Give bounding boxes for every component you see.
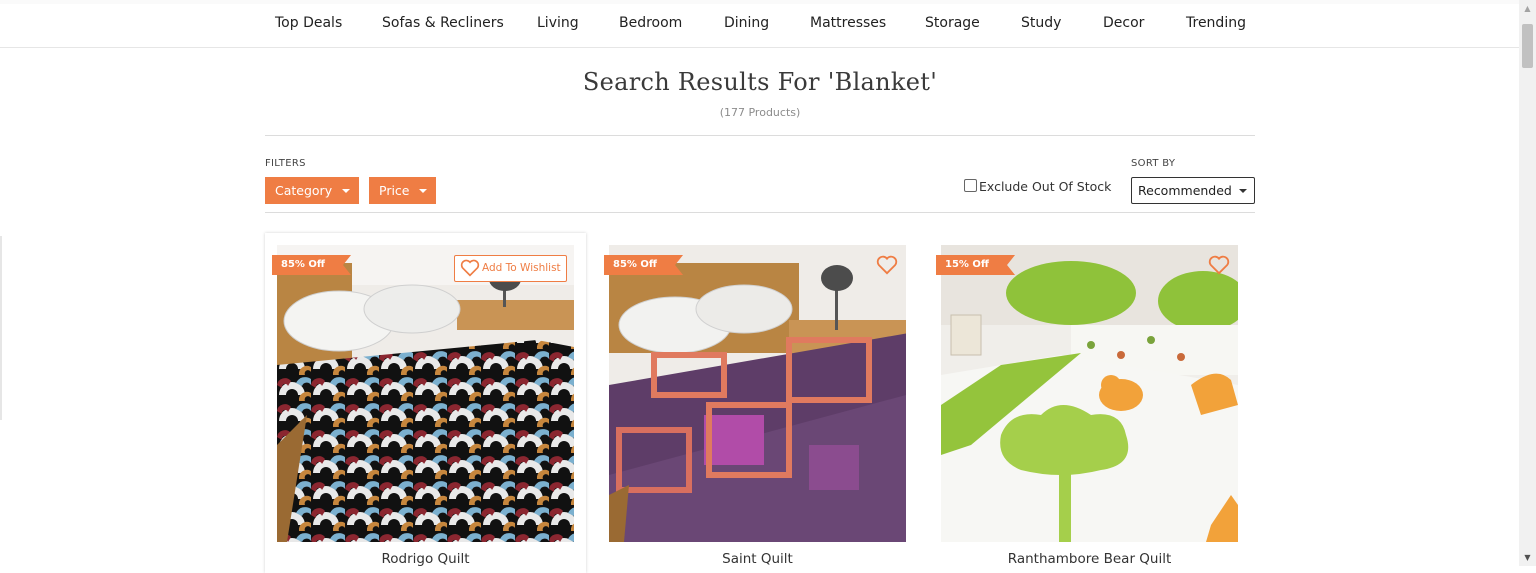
side-tab-edge	[0, 236, 2, 420]
product-card[interactable]: 15% Off Ranthambore Bear Quilt	[929, 233, 1250, 573]
page-title: Search Results For 'Blanket'	[582, 68, 938, 96]
product-count: (177 Products)	[719, 106, 801, 119]
product-name[interactable]: Ranthambore Bear Quilt	[929, 551, 1250, 567]
exclude-out-of-stock-toggle[interactable]: Exclude Out Of Stock	[964, 179, 1111, 194]
sort-selected-value: Recommended	[1138, 183, 1232, 198]
nav-item-storage[interactable]: Storage	[925, 15, 980, 31]
category-filter-button[interactable]: Category	[265, 177, 359, 204]
nav-item-sofas-recliners[interactable]: Sofas & Recliners	[382, 15, 504, 31]
price-filter-button[interactable]: Price	[369, 177, 436, 204]
heart-icon[interactable]	[876, 255, 898, 275]
nav-top-strip	[0, 0, 1519, 4]
caret-down-icon	[342, 189, 350, 193]
top-nav: Top Deals Sofas & Recliners Living Bedro…	[0, 0, 1519, 48]
sort-by-select[interactable]: Recommended	[1131, 177, 1255, 204]
nav-item-top-deals[interactable]: Top Deals	[275, 15, 342, 31]
heart-icon	[460, 259, 480, 277]
product-name[interactable]: Saint Quilt	[597, 551, 918, 567]
product-image[interactable]	[941, 245, 1238, 542]
product-image[interactable]	[277, 245, 574, 542]
caret-down-icon	[1239, 189, 1247, 193]
exclude-out-of-stock-label: Exclude Out Of Stock	[979, 179, 1112, 194]
category-filter-label: Category	[275, 183, 333, 198]
nav-item-study[interactable]: Study	[1021, 15, 1061, 31]
nav-item-living[interactable]: Living	[537, 15, 579, 31]
discount-badge: 85% Off	[272, 255, 351, 275]
nav-item-dining[interactable]: Dining	[724, 15, 769, 31]
divider	[265, 135, 1255, 136]
nav-item-trending[interactable]: Trending	[1186, 15, 1246, 31]
nav-item-bedroom[interactable]: Bedroom	[619, 15, 682, 31]
exclude-out-of-stock-checkbox[interactable]	[964, 179, 977, 192]
scroll-down-arrow-icon[interactable]: ▼	[1519, 549, 1536, 566]
add-to-wishlist-label: Add To Wishlist	[482, 262, 561, 274]
heart-icon[interactable]	[1208, 255, 1230, 275]
caret-down-icon	[419, 189, 427, 193]
price-filter-label: Price	[379, 183, 410, 198]
discount-badge: 85% Off	[604, 255, 683, 275]
sort-by-label: SORT BY	[1131, 158, 1176, 169]
filters-label: FILTERS	[265, 158, 306, 169]
product-name[interactable]: Rodrigo Quilt	[265, 551, 586, 567]
scroll-thumb[interactable]	[1522, 24, 1533, 68]
page-scrollbar[interactable]: ▲ ▼	[1519, 0, 1536, 566]
divider	[265, 212, 1255, 213]
product-image[interactable]	[609, 245, 906, 542]
nav-item-decor[interactable]: Decor	[1103, 15, 1144, 31]
nav-item-mattresses[interactable]: Mattresses	[810, 15, 886, 31]
discount-badge: 15% Off	[936, 255, 1015, 275]
product-card[interactable]: 85% Off Add To Wishlist Rodrigo Quilt	[265, 233, 586, 573]
product-card[interactable]: 85% Off Saint Quilt	[597, 233, 918, 573]
scroll-up-arrow-icon[interactable]: ▲	[1519, 0, 1536, 17]
add-to-wishlist-button[interactable]: Add To Wishlist	[454, 255, 567, 282]
